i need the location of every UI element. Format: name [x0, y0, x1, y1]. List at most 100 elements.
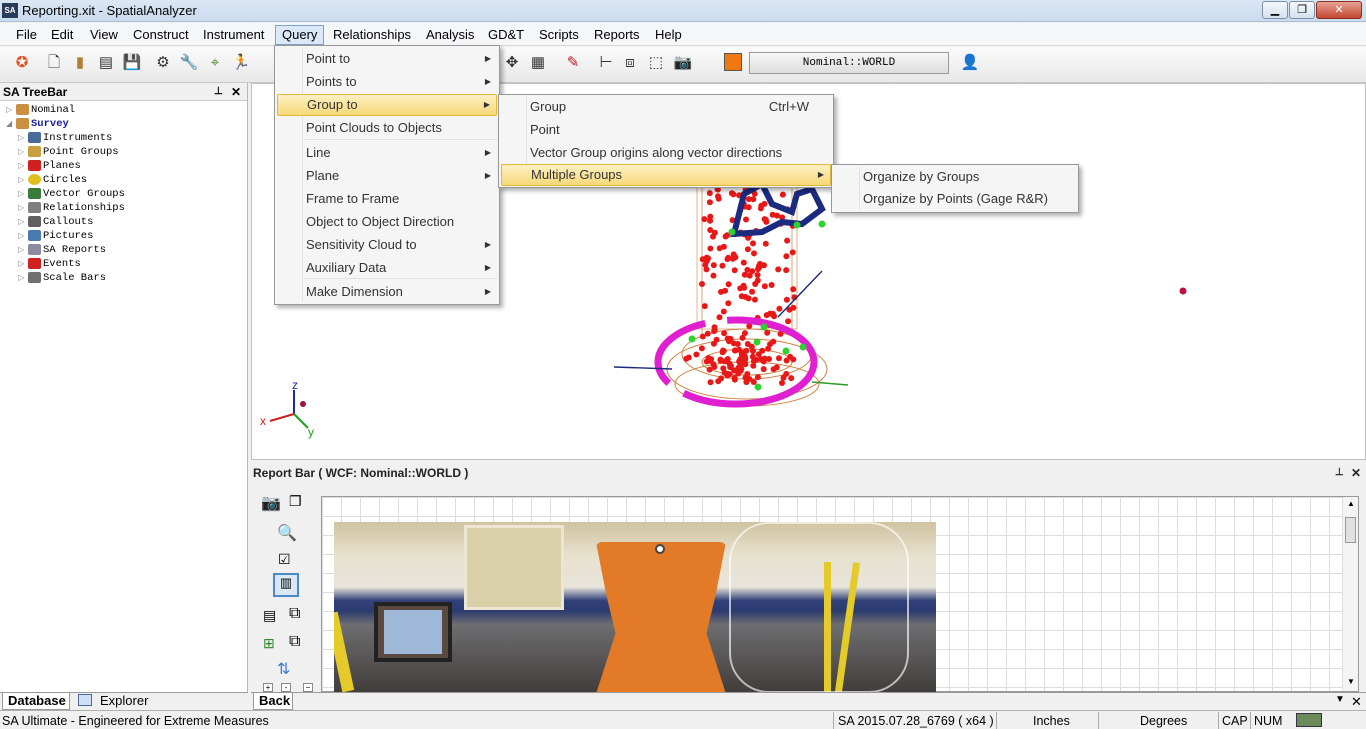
query-menu-item[interactable]: Point Clouds to Objects [277, 117, 497, 139]
pin-icon[interactable]: ⊥ [214, 83, 223, 101]
instrument-icon[interactable]: ⌖ [205, 53, 225, 73]
menu-relationships[interactable]: Relationships [327, 25, 417, 45]
run-icon[interactable]: 🏃 [231, 53, 251, 73]
group-to-menu-item[interactable]: Vector Group origins along vector direct… [501, 142, 831, 164]
expand-icon[interactable]: ▷ [18, 230, 28, 244]
tree-item[interactable]: ▷ SA Reports [18, 243, 106, 257]
tree-item[interactable]: ▷ Nominal [6, 103, 75, 117]
expand-icon[interactable]: + [263, 683, 273, 692]
color-swatch[interactable] [724, 53, 742, 71]
menu-gdt[interactable]: GD&T [482, 25, 530, 45]
measure-icon[interactable]: ▦ [528, 53, 548, 73]
expand-icon[interactable]: ▷ [18, 244, 28, 258]
menu-analysis[interactable]: Analysis [420, 25, 480, 45]
query-menu-item[interactable]: Group to ▶ [277, 94, 497, 116]
minimize-button[interactable]: ▁ [1262, 1, 1288, 19]
menu-edit[interactable]: Edit [45, 25, 79, 45]
group-to-menu-item[interactable]: Point [501, 119, 831, 141]
close-icon[interactable]: ✕ [1351, 694, 1362, 710]
menu-scripts[interactable]: Scripts [533, 25, 585, 45]
query-menu-item[interactable]: Make Dimension ▶ [277, 281, 497, 303]
add-page-icon[interactable]: ⊞ [263, 635, 275, 652]
menu-file[interactable]: File [10, 25, 43, 45]
menu-view[interactable]: View [84, 25, 124, 45]
move-icon[interactable]: ✥ [502, 53, 522, 73]
pages-stack-icon[interactable]: ⧉ [289, 633, 300, 651]
tree-item[interactable]: ◢ Survey [6, 117, 69, 131]
report-layout-icon[interactable]: ▥ [273, 573, 299, 597]
new-file-icon[interactable]: 🗋 [44, 53, 64, 73]
settings-gear-icon[interactable]: ⚙ [153, 53, 173, 73]
maximize-button[interactable]: ❐ [1289, 1, 1315, 19]
expand-icon[interactable]: ▷ [18, 216, 28, 230]
tree-item[interactable]: ▷ Point Groups [18, 145, 119, 159]
copy-icon[interactable]: ❐ [289, 493, 309, 511]
collapse-icon[interactable]: − [303, 683, 313, 692]
tree-item[interactable]: ▷ Scale Bars [18, 271, 106, 285]
magnifier-icon[interactable]: 🔍 [277, 523, 297, 543]
query-menu-item[interactable]: Line ▶ [277, 142, 497, 164]
select-box-icon[interactable]: ⬚ [646, 53, 666, 73]
query-menu-item[interactable]: Plane ▶ [277, 165, 497, 187]
menu-construct[interactable]: Construct [127, 25, 195, 45]
save-icon[interactable]: 💾 [122, 53, 142, 73]
tree-item[interactable]: ▷ Callouts [18, 215, 93, 229]
scroll-down-icon[interactable]: ▼ [1347, 677, 1355, 686]
lifebuoy-icon[interactable]: ✪ [12, 53, 32, 73]
checklist-icon[interactable]: ☑ [278, 551, 291, 568]
pen-icon[interactable]: ✎ [563, 53, 583, 73]
report-picture[interactable] [334, 522, 936, 693]
camera-icon[interactable]: 📷 [261, 493, 283, 512]
scroll-up-icon[interactable]: ▲ [1347, 499, 1355, 508]
tab-back[interactable]: Back [253, 693, 293, 710]
user-icon[interactable]: 👤 [960, 53, 980, 73]
snap-icon[interactable]: ⧈ [620, 53, 640, 73]
tree-item[interactable]: ▷ Circles [18, 173, 87, 187]
scrollbar-thumb[interactable] [1345, 517, 1356, 543]
close-icon[interactable]: ✕ [1351, 463, 1361, 483]
collapse-icon[interactable]: ◢ [6, 118, 16, 132]
working-frame-display[interactable]: Nominal::WORLD [749, 52, 949, 74]
expand-icon[interactable]: ▷ [6, 104, 16, 118]
tree-item[interactable]: ▷ Pictures [18, 229, 93, 243]
menu-reports[interactable]: Reports [588, 25, 646, 45]
open-file-icon[interactable]: ▮ [70, 53, 90, 73]
query-menu-item[interactable]: Object to Object Direction [277, 211, 497, 233]
import-icon[interactable]: ▤ [96, 53, 116, 73]
expand-icon[interactable]: ▷ [18, 174, 28, 188]
tree-item[interactable]: ▷ Instruments [18, 131, 112, 145]
camera-icon[interactable]: 📷 [673, 53, 693, 73]
group-to-menu-item[interactable]: Multiple Groups ▶ [501, 164, 831, 186]
pin-icon[interactable]: ⊥ [1335, 463, 1344, 483]
dropdown-arrow-icon[interactable]: ▼ [1335, 694, 1345, 705]
report-canvas[interactable]: ▲ ▼ [321, 496, 1359, 693]
tree-item[interactable]: ▷ Relationships [18, 201, 125, 215]
query-menu-item[interactable]: Sensitivity Cloud to ▶ [277, 234, 497, 256]
close-icon[interactable]: ✕ [231, 83, 241, 101]
expand-icon[interactable]: ▷ [18, 160, 28, 174]
menu-query[interactable]: Query [275, 25, 325, 45]
wrench-icon[interactable]: 🔧 [179, 53, 199, 73]
menu-help[interactable]: Help [649, 25, 688, 45]
vertical-scrollbar[interactable]: ▲ ▼ [1342, 497, 1358, 691]
query-menu-item[interactable]: Point to ▶ [277, 48, 497, 70]
report-pages-icon[interactable]: ⧉ [289, 605, 300, 623]
group-to-menu-item[interactable]: Group Ctrl+W [501, 96, 831, 118]
tree-item[interactable]: ▷ Planes [18, 159, 81, 173]
tab-database[interactable]: Database [2, 693, 70, 710]
expand-icon[interactable]: - [281, 683, 291, 692]
menu-instrument[interactable]: Instrument [197, 25, 270, 45]
tree-item[interactable]: ▷ Events [18, 257, 81, 271]
query-menu-item[interactable]: Points to ▶ [277, 71, 497, 93]
tab-explorer[interactable]: Explorer [74, 693, 160, 710]
refresh-icon[interactable]: ⇅ [277, 659, 290, 679]
expand-icon[interactable]: ▷ [18, 272, 28, 286]
multiple-groups-menu-item[interactable]: Organize by Groups [834, 166, 1076, 188]
tree-item[interactable]: ▷ Vector Groups [18, 187, 125, 201]
expand-icon[interactable]: ▷ [18, 258, 28, 272]
expand-icon[interactable]: ▷ [18, 146, 28, 160]
query-menu-item[interactable]: Auxiliary Data ▶ [277, 257, 497, 279]
query-menu-item[interactable]: Frame to Frame [277, 188, 497, 210]
close-button[interactable]: ✕ [1316, 1, 1362, 19]
expand-icon[interactable]: ▷ [18, 188, 28, 202]
